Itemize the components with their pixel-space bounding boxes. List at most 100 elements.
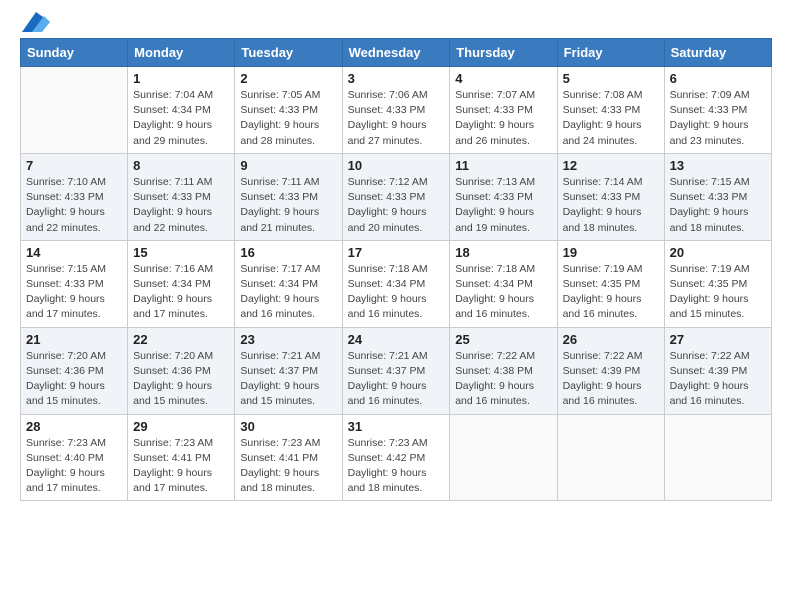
calendar-cell: 22 Sunrise: 7:20 AMSunset: 4:36 PMDayligh… xyxy=(128,327,235,414)
day-number: 30 xyxy=(240,419,336,434)
day-info: Sunrise: 7:13 AMSunset: 4:33 PMDaylight:… xyxy=(455,175,551,236)
weekday-header: Wednesday xyxy=(342,39,450,67)
day-number: 31 xyxy=(348,419,445,434)
calendar-cell: 8 Sunrise: 7:11 AMSunset: 4:33 PMDaylight… xyxy=(128,153,235,240)
calendar-cell: 7 Sunrise: 7:10 AMSunset: 4:33 PMDaylight… xyxy=(21,153,128,240)
day-number: 25 xyxy=(455,332,551,347)
day-number: 14 xyxy=(26,245,122,260)
weekday-header: Sunday xyxy=(21,39,128,67)
calendar-cell: 10Sunrise: 7:12 AMSunset: 4:33 PMDayligh… xyxy=(342,153,450,240)
calendar-week-row: 28 Sunrise: 7:23 AMSunset: 4:40 PMDayligh… xyxy=(21,414,772,501)
day-info: Sunrise: 7:22 AMSunset: 4:38 PMDaylight:… xyxy=(455,349,551,410)
day-info: Sunrise: 7:04 AMSunset: 4:34 PMDaylight:… xyxy=(133,88,229,149)
calendar-cell: 20 Sunrise: 7:19 AMSunset: 4:35 PMDayligh… xyxy=(664,240,771,327)
day-info: Sunrise: 7:14 AMSunset: 4:33 PMDaylight:… xyxy=(563,175,659,236)
calendar-cell: 12 Sunrise: 7:14 AMSunset: 4:33 PMDayligh… xyxy=(557,153,664,240)
calendar-cell: 1Sunrise: 7:04 AMSunset: 4:34 PMDaylight… xyxy=(128,67,235,154)
day-number: 11 xyxy=(455,158,551,173)
day-info: Sunrise: 7:11 AMSunset: 4:33 PMDaylight:… xyxy=(133,175,229,236)
day-info: Sunrise: 7:19 AMSunset: 4:35 PMDaylight:… xyxy=(670,262,766,323)
calendar-cell: 30 Sunrise: 7:23 AMSunset: 4:41 PMDayligh… xyxy=(235,414,342,501)
day-number: 24 xyxy=(348,332,445,347)
calendar-cell: 6 Sunrise: 7:09 AMSunset: 4:33 PMDaylight… xyxy=(664,67,771,154)
calendar-cell: 2 Sunrise: 7:05 AMSunset: 4:33 PMDaylight… xyxy=(235,67,342,154)
day-info: Sunrise: 7:23 AMSunset: 4:41 PMDaylight:… xyxy=(240,436,336,497)
weekday-header: Friday xyxy=(557,39,664,67)
day-number: 7 xyxy=(26,158,122,173)
day-number: 5 xyxy=(563,71,659,86)
day-number: 27 xyxy=(670,332,766,347)
day-info: Sunrise: 7:18 AMSunset: 4:34 PMDaylight:… xyxy=(348,262,445,323)
calendar-cell: 31 Sunrise: 7:23 AMSunset: 4:42 PMDayligh… xyxy=(342,414,450,501)
weekday-header: Tuesday xyxy=(235,39,342,67)
calendar-cell: 29Sunrise: 7:23 AMSunset: 4:41 PMDayligh… xyxy=(128,414,235,501)
day-info: Sunrise: 7:23 AMSunset: 4:42 PMDaylight:… xyxy=(348,436,445,497)
day-info: Sunrise: 7:15 AMSunset: 4:33 PMDaylight:… xyxy=(26,262,122,323)
calendar-cell: 3Sunrise: 7:06 AMSunset: 4:33 PMDaylight… xyxy=(342,67,450,154)
calendar-cell: 21 Sunrise: 7:20 AMSunset: 4:36 PMDayligh… xyxy=(21,327,128,414)
calendar-cell xyxy=(557,414,664,501)
calendar-week-row: 14 Sunrise: 7:15 AMSunset: 4:33 PMDayligh… xyxy=(21,240,772,327)
day-info: Sunrise: 7:22 AMSunset: 4:39 PMDaylight:… xyxy=(670,349,766,410)
calendar-cell: 23 Sunrise: 7:21 AMSunset: 4:37 PMDayligh… xyxy=(235,327,342,414)
day-info: Sunrise: 7:15 AMSunset: 4:33 PMDaylight:… xyxy=(670,175,766,236)
day-info: Sunrise: 7:08 AMSunset: 4:33 PMDaylight:… xyxy=(563,88,659,149)
calendar-cell: 9 Sunrise: 7:11 AMSunset: 4:33 PMDaylight… xyxy=(235,153,342,240)
day-number: 6 xyxy=(670,71,766,86)
calendar-header-row: SundayMondayTuesdayWednesdayThursdayFrid… xyxy=(21,39,772,67)
day-number: 15 xyxy=(133,245,229,260)
day-info: Sunrise: 7:10 AMSunset: 4:33 PMDaylight:… xyxy=(26,175,122,236)
day-info: Sunrise: 7:20 AMSunset: 4:36 PMDaylight:… xyxy=(133,349,229,410)
day-info: Sunrise: 7:23 AMSunset: 4:41 PMDaylight:… xyxy=(133,436,229,497)
day-info: Sunrise: 7:18 AMSunset: 4:34 PMDaylight:… xyxy=(455,262,551,323)
day-info: Sunrise: 7:12 AMSunset: 4:33 PMDaylight:… xyxy=(348,175,445,236)
calendar-week-row: 21 Sunrise: 7:20 AMSunset: 4:36 PMDayligh… xyxy=(21,327,772,414)
calendar-cell: 5 Sunrise: 7:08 AMSunset: 4:33 PMDaylight… xyxy=(557,67,664,154)
calendar-cell: 19 Sunrise: 7:19 AMSunset: 4:35 PMDayligh… xyxy=(557,240,664,327)
day-info: Sunrise: 7:20 AMSunset: 4:36 PMDaylight:… xyxy=(26,349,122,410)
logo-icon xyxy=(22,12,50,32)
day-info: Sunrise: 7:09 AMSunset: 4:33 PMDaylight:… xyxy=(670,88,766,149)
day-info: Sunrise: 7:23 AMSunset: 4:40 PMDaylight:… xyxy=(26,436,122,497)
day-number: 9 xyxy=(240,158,336,173)
calendar-cell: 27 Sunrise: 7:22 AMSunset: 4:39 PMDayligh… xyxy=(664,327,771,414)
day-info: Sunrise: 7:16 AMSunset: 4:34 PMDaylight:… xyxy=(133,262,229,323)
day-info: Sunrise: 7:21 AMSunset: 4:37 PMDaylight:… xyxy=(348,349,445,410)
calendar-cell xyxy=(450,414,557,501)
day-number: 22 xyxy=(133,332,229,347)
day-number: 12 xyxy=(563,158,659,173)
day-number: 23 xyxy=(240,332,336,347)
weekday-header: Thursday xyxy=(450,39,557,67)
logo xyxy=(20,16,50,28)
day-number: 4 xyxy=(455,71,551,86)
day-number: 16 xyxy=(240,245,336,260)
day-info: Sunrise: 7:05 AMSunset: 4:33 PMDaylight:… xyxy=(240,88,336,149)
calendar-cell: 11 Sunrise: 7:13 AMSunset: 4:33 PMDayligh… xyxy=(450,153,557,240)
calendar-cell: 17 Sunrise: 7:18 AMSunset: 4:34 PMDayligh… xyxy=(342,240,450,327)
day-number: 8 xyxy=(133,158,229,173)
day-number: 28 xyxy=(26,419,122,434)
day-number: 21 xyxy=(26,332,122,347)
calendar-cell: 15 Sunrise: 7:16 AMSunset: 4:34 PMDayligh… xyxy=(128,240,235,327)
weekday-header: Saturday xyxy=(664,39,771,67)
day-number: 19 xyxy=(563,245,659,260)
calendar-cell: 4 Sunrise: 7:07 AMSunset: 4:33 PMDaylight… xyxy=(450,67,557,154)
day-info: Sunrise: 7:21 AMSunset: 4:37 PMDaylight:… xyxy=(240,349,336,410)
day-number: 17 xyxy=(348,245,445,260)
day-number: 20 xyxy=(670,245,766,260)
day-info: Sunrise: 7:11 AMSunset: 4:33 PMDaylight:… xyxy=(240,175,336,236)
day-number: 13 xyxy=(670,158,766,173)
calendar-cell: 13 Sunrise: 7:15 AMSunset: 4:33 PMDayligh… xyxy=(664,153,771,240)
day-info: Sunrise: 7:17 AMSunset: 4:34 PMDaylight:… xyxy=(240,262,336,323)
calendar-cell: 26Sunrise: 7:22 AMSunset: 4:39 PMDayligh… xyxy=(557,327,664,414)
day-info: Sunrise: 7:19 AMSunset: 4:35 PMDaylight:… xyxy=(563,262,659,323)
day-number: 2 xyxy=(240,71,336,86)
calendar-week-row: 1Sunrise: 7:04 AMSunset: 4:34 PMDaylight… xyxy=(21,67,772,154)
calendar-cell: 24 Sunrise: 7:21 AMSunset: 4:37 PMDayligh… xyxy=(342,327,450,414)
day-info: Sunrise: 7:07 AMSunset: 4:33 PMDaylight:… xyxy=(455,88,551,149)
day-number: 26 xyxy=(563,332,659,347)
calendar-cell xyxy=(21,67,128,154)
day-number: 18 xyxy=(455,245,551,260)
calendar-cell: 25 Sunrise: 7:22 AMSunset: 4:38 PMDayligh… xyxy=(450,327,557,414)
day-number: 3 xyxy=(348,71,445,86)
